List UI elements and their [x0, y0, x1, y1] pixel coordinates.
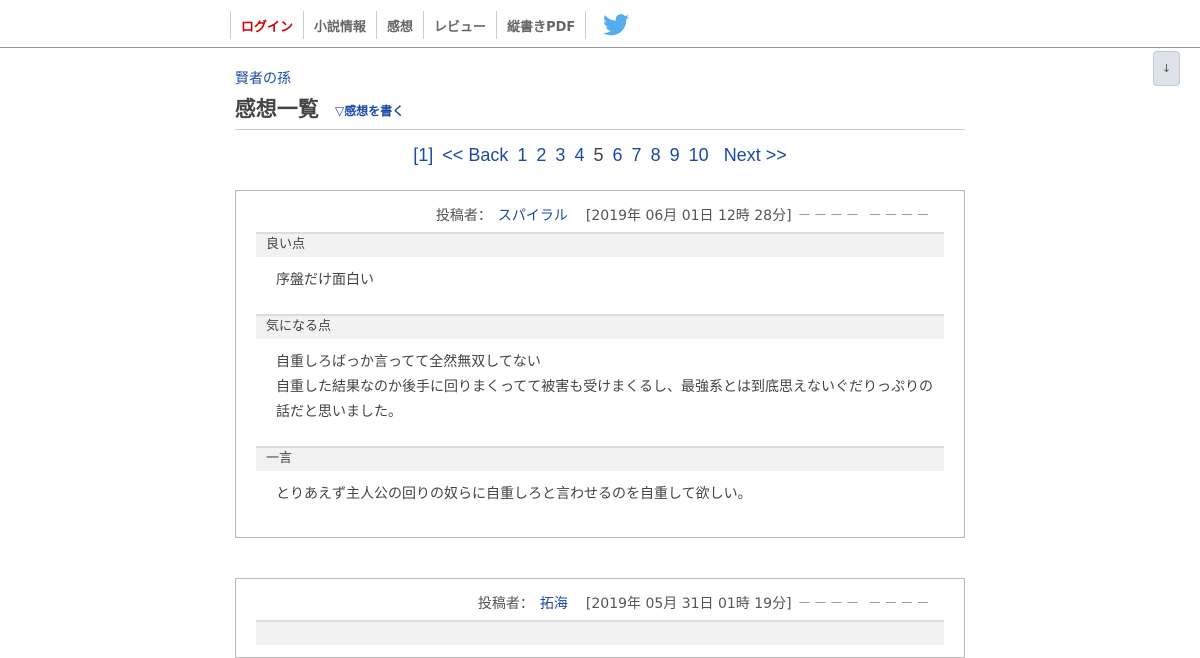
concerns-header: 気になる点	[256, 314, 944, 339]
impression-card: 投稿者： 拓海 [2019年 05月 31日 01時 19分] －－－－ －－－－	[235, 578, 965, 658]
poster-name-link[interactable]: スパイラル	[498, 208, 568, 224]
pager-page-4[interactable]: 4	[574, 145, 584, 165]
meta-dashes: －－－－ －－－－	[797, 596, 932, 612]
poster-name-link[interactable]: 拓海	[540, 596, 568, 612]
good-points-header: 良い点	[256, 232, 944, 257]
breadcrumb-novel-title[interactable]: 賢者の孫	[235, 68, 291, 88]
pager-page-3[interactable]: 3	[555, 145, 565, 165]
post-date: [2019年 06月 01日 12時 28分]	[585, 208, 792, 224]
pager-next[interactable]: Next >>	[724, 145, 787, 165]
scroll-down-button[interactable]: ↓	[1153, 51, 1180, 86]
pager-page-8[interactable]: 8	[651, 145, 661, 165]
top-navigation-bar: ログイン 小説情報 感想 レビュー 縦書きPDF	[0, 0, 1200, 48]
poster-label: 投稿者：	[435, 208, 492, 224]
concerns-line: 自重した結果なのか後手に回りまくってて被害も受けまくるし、最強系とは到底思えない…	[276, 379, 934, 395]
pagination: [1] << Back 1 2 3 4 5 6 7 8 9 10 Next >>	[235, 145, 965, 166]
pager-page-9[interactable]: 9	[670, 145, 680, 165]
concerns-line: 自重しろばっか言ってて全然無双してない	[276, 354, 541, 370]
impression-card: 投稿者： スパイラル [2019年 06月 01日 12時 28分] －－－－ －－－…	[235, 190, 965, 538]
concerns-line: 話だと思いました。	[276, 404, 402, 420]
post-date: [2019年 05月 31日 01時 19分]	[585, 596, 792, 612]
nav-novel-info[interactable]: 小説情報	[303, 11, 376, 39]
pager-page-7[interactable]: 7	[632, 145, 642, 165]
meta-dashes: －－－－ －－－－	[797, 208, 932, 224]
comment-header: 一言	[256, 446, 944, 471]
write-impression-link[interactable]: ▽感想を書く	[335, 102, 404, 119]
good-points-text: 序盤だけ面白い	[276, 272, 374, 288]
concerns-text: 自重しろばっか言ってて全然無双してない 自重した結果なのか後手に回りまくってて被…	[276, 350, 940, 425]
section-header	[256, 620, 944, 645]
pager-page-10[interactable]: 10	[689, 145, 709, 165]
impression-meta: 投稿者： スパイラル [2019年 06月 01日 12時 28分] －－－－ －－－…	[436, 205, 932, 225]
poster-label: 投稿者：	[477, 596, 534, 612]
pager-page-2[interactable]: 2	[536, 145, 546, 165]
impression-meta: 投稿者： 拓海 [2019年 05月 31日 01時 19分] －－－－ －－－－	[478, 593, 932, 613]
nav-vertical-pdf[interactable]: 縦書きPDF	[496, 11, 587, 39]
title-divider	[235, 129, 965, 130]
twitter-bird-icon[interactable]	[602, 11, 630, 39]
nav-login[interactable]: ログイン	[230, 11, 303, 39]
pager-current-page: 5	[593, 145, 604, 165]
nav-impressions[interactable]: 感想	[376, 11, 423, 39]
nav-menu: ログイン 小説情報 感想 レビュー 縦書きPDF	[230, 11, 630, 39]
page-title: 感想一覧	[235, 97, 319, 121]
nav-reviews[interactable]: レビュー	[423, 11, 496, 39]
pager-first[interactable]: [1]	[413, 145, 433, 165]
pager-page-6[interactable]: 6	[613, 145, 623, 165]
pager-page-1[interactable]: 1	[517, 145, 527, 165]
comment-text: とりあえず主人公の回りの奴らに自重しろと言わせるのを自重して欲しい。	[276, 486, 752, 502]
pager-back[interactable]: << Back	[442, 145, 508, 165]
